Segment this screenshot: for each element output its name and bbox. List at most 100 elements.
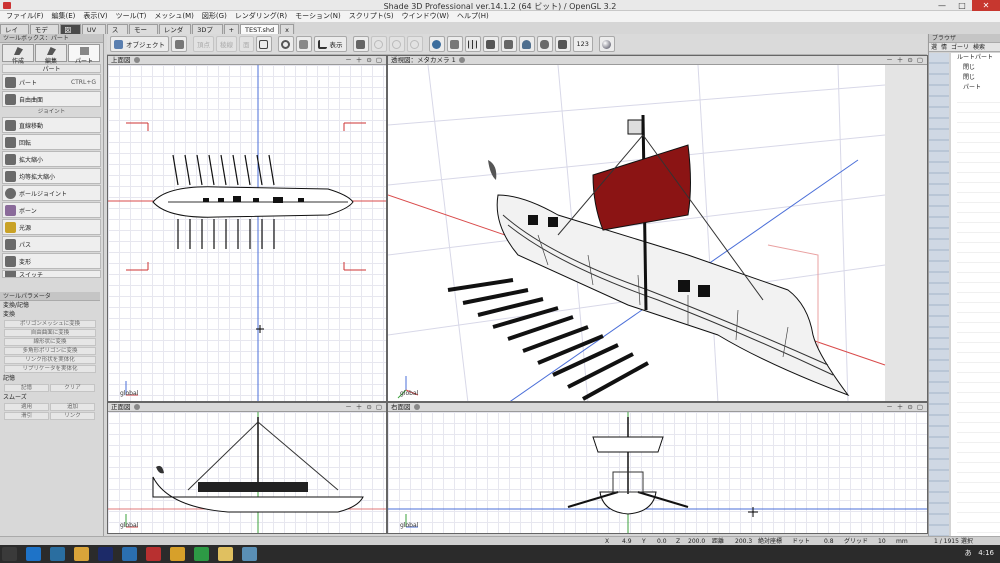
show-axis-button[interactable]: 表示 bbox=[313, 36, 347, 52]
tape-button[interactable] bbox=[554, 36, 571, 52]
browser-col-select[interactable]: 選 bbox=[929, 43, 939, 51]
taskbar-app-2[interactable] bbox=[50, 547, 65, 561]
taskbar-app-5[interactable] bbox=[218, 547, 233, 561]
joystick-button[interactable] bbox=[536, 36, 553, 52]
tool-linear-move[interactable]: 直線移動 bbox=[2, 117, 101, 133]
snap-button[interactable] bbox=[352, 36, 369, 52]
viewport-top[interactable]: 上面図 － ＋ ⊙ ▢ global bbox=[107, 55, 387, 402]
close-file-tab-button[interactable]: x bbox=[280, 24, 294, 34]
tab-layout[interactable]: レイアウト bbox=[0, 24, 29, 54]
orbit-button[interactable] bbox=[295, 36, 312, 52]
tab-motion[interactable]: モーション bbox=[129, 24, 158, 54]
tools-button[interactable] bbox=[446, 36, 463, 52]
browser-col-info[interactable]: 情 bbox=[939, 43, 949, 51]
viewport-menu-icon[interactable] bbox=[133, 404, 140, 410]
taskbar-app-1[interactable] bbox=[26, 547, 41, 561]
minimize-button[interactable]: — bbox=[932, 0, 952, 11]
viewport-controls[interactable]: － ＋ ⊙ ▢ bbox=[886, 56, 924, 65]
taskbar-shade[interactable] bbox=[146, 547, 161, 561]
tool-path[interactable]: パス bbox=[2, 236, 101, 252]
viewport-controls[interactable]: － ＋ ⊙ ▢ bbox=[345, 56, 383, 65]
taskbar-explorer[interactable] bbox=[74, 547, 89, 561]
smooth-apply-button[interactable]: 適用 bbox=[4, 403, 49, 411]
menu-edit[interactable]: 編集(E) bbox=[48, 11, 80, 22]
smooth-add-button[interactable]: 追加 bbox=[50, 403, 95, 411]
menu-motion[interactable]: モーション(N) bbox=[291, 11, 345, 22]
smooth-link-button[interactable]: リンク bbox=[50, 412, 95, 420]
tool-switch[interactable]: スイッチ bbox=[2, 270, 101, 278]
menu-window[interactable]: ウインドウ(W) bbox=[398, 11, 453, 22]
tab-uv-edit[interactable]: UV 編集 bbox=[81, 24, 106, 44]
menu-help[interactable]: ヘルプ(H) bbox=[453, 11, 493, 22]
grid-4-button[interactable] bbox=[464, 36, 481, 52]
viewport-perspective[interactable]: 透視図：メタカメラ 1 － ＋ ⊙ ▢ global bbox=[387, 55, 928, 402]
viewport-controls[interactable]: － ＋ ⊙ ▢ bbox=[345, 403, 383, 412]
tool-ball-joint[interactable]: ボールジョイント bbox=[2, 185, 101, 201]
mode-edit-tab[interactable]: 編集 bbox=[35, 44, 67, 65]
menu-tools[interactable]: ツール(T) bbox=[112, 11, 151, 22]
browser-item-close-1[interactable]: 閉じ bbox=[951, 63, 1000, 73]
convert-free-surface-button[interactable]: 自由曲面に変換 bbox=[4, 329, 96, 337]
realize-replicator-button[interactable]: リプリケータを実体化 bbox=[4, 365, 96, 373]
taskbar-app-3[interactable] bbox=[122, 547, 137, 561]
menu-script[interactable]: スクリプト(S) bbox=[345, 11, 398, 22]
rotate-view-button[interactable] bbox=[277, 36, 294, 52]
numeric-input-button[interactable]: 123 bbox=[572, 36, 593, 52]
grid-9-button[interactable] bbox=[482, 36, 499, 52]
camera-button[interactable] bbox=[171, 36, 187, 52]
tool-light[interactable]: 光源 bbox=[2, 219, 101, 235]
tab-skin[interactable]: スキン bbox=[106, 24, 129, 54]
edge-mode-button[interactable]: 稜線 bbox=[216, 36, 237, 52]
tab-file-test[interactable]: TEST.shd bbox=[240, 24, 280, 34]
realize-link-button[interactable]: リンク形状を実体化 bbox=[4, 356, 96, 364]
browser-item-close-2[interactable]: 閉じ bbox=[951, 73, 1000, 83]
menu-mesh[interactable]: メッシュ(M) bbox=[150, 11, 198, 22]
viewport-menu-icon[interactable] bbox=[458, 57, 465, 63]
memory-store-button[interactable]: 記憶 bbox=[4, 384, 49, 392]
mode-create-tab[interactable]: 作成 bbox=[2, 44, 34, 65]
mode-part-tab[interactable]: パート bbox=[68, 44, 100, 65]
reset-button[interactable] bbox=[406, 36, 423, 52]
tool-scale[interactable]: 拡大縮小 bbox=[2, 151, 101, 167]
close-button[interactable]: ✕ bbox=[972, 0, 1000, 11]
ime-indicator[interactable]: あ bbox=[965, 549, 972, 557]
tab-rendering[interactable]: レンダリング bbox=[158, 24, 192, 44]
frame-button[interactable] bbox=[255, 36, 272, 52]
tab-modeling[interactable]: モデリング bbox=[29, 24, 59, 54]
memory-clear-button[interactable]: クリア bbox=[50, 384, 95, 392]
browser-tree[interactable]: ルートパート 閉じ 閉じ パート bbox=[951, 53, 1000, 542]
tool-bone[interactable]: ボーン bbox=[2, 202, 101, 218]
browser-item-part[interactable]: パート bbox=[951, 83, 1000, 93]
add-tab-button[interactable]: + bbox=[223, 24, 240, 34]
table-button[interactable] bbox=[500, 36, 517, 52]
tool-uniform-scale[interactable]: 均等拡大縮小 bbox=[2, 168, 101, 184]
viewport-right[interactable]: 右面図 － ＋ ⊙ ▢ global bbox=[387, 402, 928, 534]
menu-file[interactable]: ファイル(F) bbox=[2, 11, 48, 22]
menu-rendering[interactable]: レンダリング(R) bbox=[231, 11, 291, 22]
taskbar-photoshop[interactable] bbox=[98, 547, 113, 561]
maximize-button[interactable]: □ bbox=[952, 0, 972, 11]
sphere-button[interactable] bbox=[598, 36, 615, 52]
browser-col-group[interactable]: ゴーリ bbox=[949, 43, 971, 51]
convert-polygon-mesh-button[interactable]: ポリゴンメッシュに変換 bbox=[4, 320, 96, 328]
viewport-menu-icon[interactable] bbox=[413, 404, 420, 410]
tool-free-surface[interactable]: 自由曲面 bbox=[2, 91, 101, 107]
viewport-controls[interactable]: － ＋ ⊙ ▢ bbox=[886, 403, 924, 412]
smooth-pull-button[interactable]: 滑引 bbox=[4, 412, 49, 420]
object-mode-button[interactable]: オブジェクト bbox=[110, 36, 169, 52]
clock[interactable]: 4:16 bbox=[978, 549, 994, 557]
render-button[interactable] bbox=[428, 36, 445, 52]
face-mode-button[interactable]: 面 bbox=[239, 36, 254, 52]
browser-col-search[interactable]: 検索 bbox=[971, 43, 987, 51]
vertex-mode-button[interactable]: 頂点 bbox=[193, 36, 214, 52]
tool-part[interactable]: パート CTRL+G bbox=[2, 74, 101, 90]
convert-polygon-button[interactable]: 多角形ポリゴンに変換 bbox=[4, 347, 96, 355]
redo-button[interactable] bbox=[388, 36, 405, 52]
tab-drawing[interactable]: 図面図 bbox=[59, 24, 81, 54]
convert-line-button[interactable]: 線形状に変換 bbox=[4, 338, 96, 346]
viewport-menu-icon[interactable] bbox=[133, 57, 140, 63]
object-button[interactable] bbox=[518, 36, 535, 52]
tool-rotate[interactable]: 回転 bbox=[2, 134, 101, 150]
menu-shape[interactable]: 図形(G) bbox=[198, 11, 231, 22]
viewport-front[interactable]: 正面図 － ＋ ⊙ ▢ global bbox=[107, 402, 387, 534]
